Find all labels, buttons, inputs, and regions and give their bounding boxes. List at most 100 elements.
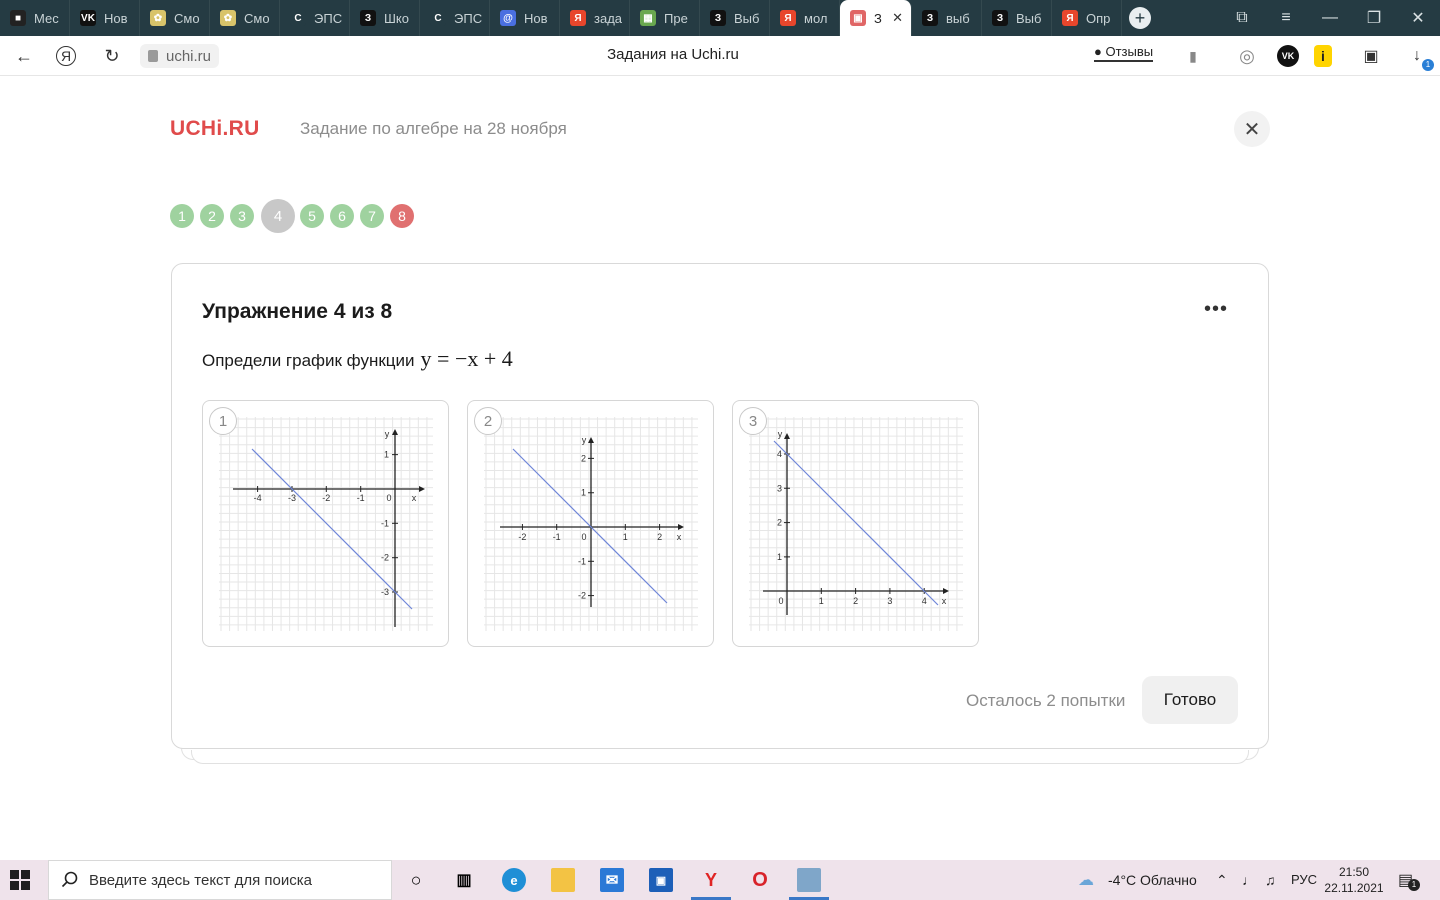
zen-extension-icon[interactable]: i — [1314, 45, 1332, 67]
tab-title: Опр — [1086, 10, 1111, 26]
exercise-dot-6[interactable]: 6 — [330, 204, 354, 228]
x-axis-label: x — [942, 596, 947, 606]
tab-title: мол — [804, 10, 828, 26]
browser-tab[interactable]: @ Нов — [490, 0, 560, 36]
browser-tab[interactable]: З Выб — [982, 0, 1052, 36]
windows-start-icon[interactable] — [10, 870, 30, 890]
notification-center-icon[interactable]: ▤ 1 — [1398, 870, 1420, 891]
function-line — [512, 448, 668, 604]
tab-title: выб — [946, 10, 970, 26]
restore-button[interactable]: ❐ — [1352, 8, 1396, 28]
card-stack-layer — [191, 750, 1249, 764]
x-tick-label: 2 — [657, 532, 662, 542]
browser-tab[interactable]: VK Нов — [70, 0, 140, 36]
tab-title: ЭПС — [454, 10, 483, 26]
y-tick-label: 1 — [384, 450, 389, 460]
edge-icon[interactable]: e — [502, 868, 526, 892]
done-button[interactable]: Готово — [1142, 676, 1238, 724]
answer-option-2[interactable]: 2 -2 -1 0 1 2 x 2 1 -1 -2 y — [467, 400, 714, 647]
answer-option-3[interactable]: 3 0 1 2 3 4 x 4 3 2 1 y — [732, 400, 979, 647]
browser-tab[interactable]: Звыб — [912, 0, 982, 36]
browser-tab[interactable]: ■ Мес — [0, 0, 70, 36]
cloud-icon: ☁ — [1078, 872, 1094, 889]
x-tick-label: -2 — [322, 493, 330, 503]
tab-manager-icon[interactable]: ⧉ — [1220, 9, 1264, 27]
opera-icon[interactable]: O — [748, 868, 772, 892]
znanija-icon: З — [710, 10, 726, 26]
close-tab-icon[interactable]: ✕ — [892, 10, 903, 26]
answer-option-1[interactable]: 1 -4 -3 -2 -1 0 x 1 -1 -2 -3 y — [202, 400, 449, 647]
chevron-up-icon[interactable]: ⌃ — [1216, 872, 1228, 889]
uchi-logo[interactable]: UCHi.RU — [170, 117, 260, 141]
clock-date: 22.11.2021 — [1324, 881, 1384, 895]
znanija-icon: З — [922, 10, 938, 26]
exercise-dot-2[interactable]: 2 — [200, 204, 224, 228]
y-tick-label: -2 — [578, 591, 586, 601]
tab-list: ■ Мес VK Нов ✿ Смо ✿ Смо С ЭПС З Шко С ЭПС @ Нов Язада ▦ П… — [0, 0, 1122, 36]
browser-tab[interactable]: З Шко — [350, 0, 420, 36]
feedback-button[interactable]: ● Отзывы — [1094, 44, 1154, 62]
clock[interactable]: 21:50 22.11.2021 — [1322, 864, 1386, 896]
exercise-dot-1[interactable]: 1 — [170, 204, 194, 228]
new-tab-button[interactable]: + — [1122, 0, 1158, 36]
browser-tab[interactable]: ✿ Смо — [210, 0, 280, 36]
exercise-dot-7[interactable]: 7 — [360, 204, 384, 228]
exercise-dot-5[interactable]: 5 — [300, 204, 324, 228]
exercise-dot-4[interactable]: 4 — [261, 199, 295, 233]
screen: ■ Мес VK Нов ✿ Смо ✿ Смо С ЭПС З Шко С ЭПС @ Нов Язада ▦ П… — [0, 0, 1440, 900]
y-tick-label: 3 — [777, 483, 782, 493]
browser-tab[interactable]: ▦ Пре — [630, 0, 700, 36]
downloads-icon[interactable]: ↓ 1 — [1406, 45, 1434, 71]
mail-icon[interactable]: ✉ — [600, 868, 624, 892]
cortana-icon[interactable]: ○ — [404, 868, 428, 892]
tab-title: Нов — [104, 10, 128, 26]
y-tick-label: -2 — [381, 553, 389, 563]
tab-title: Мес — [34, 10, 59, 26]
vk-extension-icon[interactable]: VK — [1277, 45, 1299, 67]
x-tick-label: 4 — [922, 596, 927, 606]
eps-icon: С — [290, 10, 306, 26]
browser-tab[interactable]: З Выб — [700, 0, 770, 36]
minimize-button[interactable]: — — [1308, 9, 1352, 27]
eps-icon: С — [430, 10, 446, 26]
globe-icon[interactable]: ◎ — [1236, 45, 1258, 67]
y-tick-label: 1 — [581, 488, 586, 498]
exercise-dot-3[interactable]: 3 — [230, 204, 254, 228]
browser-tab[interactable]: ▣ З ✕ — [840, 0, 912, 36]
task-view-icon[interactable]: ▥ — [452, 868, 476, 892]
close-window-button[interactable]: ✕ — [1396, 8, 1440, 28]
browser-tab[interactable]: С ЭПС — [420, 0, 490, 36]
taskbar-search-field[interactable]: Введите здесь текст для поиска — [48, 860, 392, 900]
collections-icon[interactable]: ▣ — [1360, 45, 1382, 67]
microphone-icon[interactable]: ♩ — [1242, 872, 1256, 888]
browser-tab[interactable]: ✿ Смо — [140, 0, 210, 36]
browser-tab[interactable]: С ЭПС — [280, 0, 350, 36]
messenger-icon: ■ — [10, 10, 26, 26]
assignment-subtitle: Задание по алгебре на 28 ноября — [300, 119, 567, 138]
x-tick-label: 3 — [887, 596, 892, 606]
weather-text[interactable]: -4°C Облачно — [1108, 872, 1197, 888]
yandex-icon: Я — [1062, 10, 1078, 26]
exercise-card: Упражнение 4 из 8 ••• Определи график фу… — [171, 263, 1269, 749]
file-explorer-icon[interactable] — [551, 868, 575, 892]
close-assignment-button[interactable]: ✕ — [1234, 111, 1270, 147]
option-number: 3 — [739, 407, 767, 435]
graph-grid — [219, 417, 433, 631]
volume-icon[interactable]: ♫ — [1265, 872, 1276, 888]
menu-icon[interactable]: ≡ — [1264, 9, 1308, 27]
photos-icon[interactable] — [789, 868, 829, 900]
exercise-dot-8[interactable]: 8 — [390, 204, 414, 228]
store-icon[interactable]: ▣ — [649, 868, 673, 892]
y-tick-label: -1 — [578, 556, 586, 566]
browser-tab[interactable]: Ямол — [770, 0, 840, 36]
window-controls: ⧉ ≡ — ❐ ✕ — [1220, 0, 1440, 36]
function-formula: y = −x + 4 — [420, 346, 513, 371]
x-tick-label: 1 — [819, 596, 824, 606]
more-options-icon[interactable]: ••• — [1204, 298, 1228, 321]
yandex-browser-icon[interactable]: Y — [691, 868, 731, 900]
x-tick-label: -2 — [518, 532, 526, 542]
browser-tab[interactable]: Я Опр — [1052, 0, 1122, 36]
language-indicator[interactable]: РУС — [1291, 872, 1317, 887]
browser-tab[interactable]: Язада — [560, 0, 630, 36]
bookmark-icon[interactable]: ▮ — [1182, 45, 1204, 67]
